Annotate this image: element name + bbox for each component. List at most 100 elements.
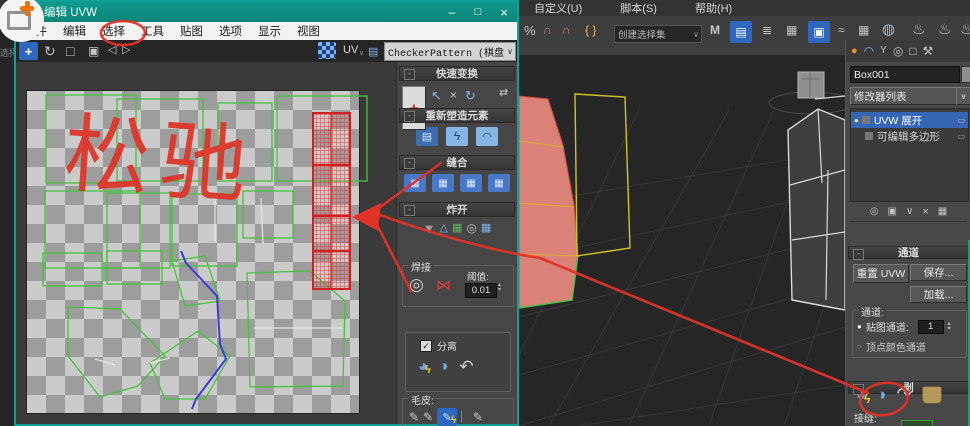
- stitch-average-icon[interactable]: ▦: [460, 174, 482, 192]
- quick-transform-header[interactable]: -快速变换: [399, 66, 515, 81]
- stitch-header[interactable]: -缝合: [399, 155, 515, 170]
- uvw-menu-options[interactable]: 选项: [211, 23, 250, 39]
- separate-checkbox[interactable]: ✓: [420, 340, 432, 352]
- uv-canvas[interactable]: 松驰: [16, 62, 396, 424]
- minimize-button[interactable]: –: [439, 5, 465, 19]
- magnet-snap2-icon[interactable]: ∩: [562, 24, 571, 36]
- keyboard-shortcut-icon[interactable]: { }: [585, 24, 596, 36]
- scale-tool-icon[interactable]: □: [66, 44, 74, 58]
- remove-modifier-icon[interactable]: ×: [922, 207, 928, 218]
- schedule-icon[interactable]: ▦: [858, 24, 869, 36]
- pin-stack-icon[interactable]: ◎: [870, 207, 879, 217]
- named-selection-set-dropdown[interactable]: 创建选择集 ∨: [614, 25, 702, 43]
- stitch-source-icon[interactable]: ▦: [432, 174, 454, 192]
- render-setup-icon[interactable]: ◍: [882, 22, 895, 37]
- menu-customize[interactable]: 自定义(U): [524, 0, 592, 16]
- uvw-menu-display[interactable]: 显示: [250, 23, 289, 39]
- make-unique-icon[interactable]: ∨: [906, 207, 913, 217]
- scene-explorer-icon[interactable]: ▣: [808, 21, 830, 43]
- reset-peel-icon[interactable]: ↶: [459, 357, 473, 377]
- render-icon[interactable]: ♨: [938, 22, 951, 37]
- display-tab-icon[interactable]: □: [909, 45, 916, 57]
- vertex-color-radio[interactable]: ○: [857, 342, 862, 351]
- flatten-id-icon[interactable]: ▦: [452, 223, 462, 234]
- quick-peel-icon[interactable]: ◕ ϟ: [418, 358, 428, 376]
- flatten-polygon-icon[interactable]: △: [440, 223, 448, 234]
- channel-rollout-header[interactable]: - 通道: [848, 246, 969, 259]
- distribute-h-icon[interactable]: ⇄: [499, 88, 508, 99]
- spinner-arrows[interactable]: ▴▾: [948, 322, 951, 332]
- bulb-icon[interactable]: ●: [854, 116, 859, 125]
- edit-seams-icon[interactable]: ✎: [409, 410, 419, 424]
- menu-help[interactable]: 帮助(H): [685, 0, 742, 16]
- pattern-dropdown[interactable]: CheckerPattern (棋盘 ∨: [384, 42, 516, 61]
- weld-selected-icon[interactable]: ⋈: [436, 276, 451, 294]
- peel-mode-icon[interactable]: ◑: [439, 358, 449, 376]
- freeform-tool-icon[interactable]: ▣: [88, 45, 99, 57]
- pelt-map-quick-icon[interactable]: ✎ ϟ: [437, 408, 457, 426]
- close-button[interactable]: ×: [491, 5, 517, 20]
- stack-icon[interactable]: ▦: [786, 24, 797, 36]
- viewport[interactable]: [519, 55, 845, 426]
- modifier-list-chevron[interactable]: ∨: [956, 87, 970, 105]
- mirror-right-icon[interactable]: ▷: [122, 45, 130, 56]
- threshold-spinner[interactable]: 0.01: [465, 283, 497, 298]
- load-button[interactable]: 加载...: [910, 286, 967, 303]
- map-channel-spinner[interactable]: 1: [918, 320, 944, 334]
- stack-row-editable-poly[interactable]: 可编辑多边形 ▭: [851, 128, 968, 144]
- motion-tab-icon[interactable]: ◎: [893, 45, 903, 57]
- uvw-titlebar[interactable]: 编辑 UVW – □ ×: [16, 2, 517, 22]
- rotate-tool-icon[interactable]: ↻: [44, 44, 56, 58]
- reshape-header[interactable]: -重新塑造元素: [399, 108, 515, 123]
- edit-seams-partial-button[interactable]: [901, 420, 933, 426]
- rotate-cw-icon[interactable]: ↻: [465, 89, 476, 102]
- peel-mode-button[interactable]: ◑: [876, 385, 886, 405]
- mirror-tool-icon[interactable]: M: [710, 24, 720, 36]
- stack-row-unwrap-uvw[interactable]: ● UVW 展开 ▭: [851, 112, 968, 128]
- magnet-snap-icon[interactable]: ∩: [543, 24, 552, 36]
- uv-seam-edge[interactable]: [181, 251, 226, 409]
- relax-tool-icon[interactable]: ϟ: [446, 127, 468, 146]
- maximize-button[interactable]: □: [465, 6, 491, 18]
- reset-uvw-button[interactable]: 重置 UVW: [853, 264, 909, 283]
- space-horizontal-icon[interactable]: ×: [450, 89, 457, 101]
- pelt-map-icon[interactable]: ✎: [473, 410, 483, 424]
- modifier-list-dropdown[interactable]: 修改器列表: [850, 87, 958, 105]
- object-color-swatch[interactable]: [961, 66, 970, 83]
- curve-editor-icon[interactable]: ≈: [838, 24, 845, 36]
- uv-selected-strip[interactable]: [313, 113, 350, 289]
- relax-custom-icon[interactable]: ◠: [476, 127, 498, 146]
- show-map-toggle-icon[interactable]: [318, 42, 336, 59]
- map-list-icon[interactable]: ▤: [368, 45, 378, 58]
- collapse-icon[interactable]: -: [853, 249, 864, 260]
- flatten-smoothing-icon[interactable]: ◎: [466, 222, 476, 234]
- stitch-target-icon[interactable]: ▦: [488, 174, 510, 192]
- uvw-menu-view[interactable]: 视图: [289, 23, 328, 39]
- configure-stack-icon[interactable]: ▦: [938, 207, 947, 217]
- stitch-custom-icon[interactable]: ▦: [404, 174, 426, 192]
- modify-tab-icon[interactable]: ◠: [864, 45, 874, 57]
- utilities-tab-icon[interactable]: ⚒: [923, 45, 934, 57]
- create-tab-icon[interactable]: ●: [851, 46, 858, 57]
- uv-space-selector[interactable]: UV: [343, 44, 358, 56]
- object-name-field[interactable]: Box001: [850, 66, 960, 83]
- render-quick-icon[interactable]: ♨: [960, 22, 970, 37]
- weld-target-icon[interactable]: ◎: [409, 275, 424, 295]
- threshold-arrows[interactable]: ▴▾: [498, 283, 501, 293]
- map-channel-radio[interactable]: ●: [857, 322, 862, 331]
- render-frame-icon[interactable]: ♨: [912, 22, 925, 37]
- move-tool-icon[interactable]: +: [19, 42, 38, 60]
- flatten-basket-icon[interactable]: ▼: [423, 222, 436, 235]
- uvw-menu-tools[interactable]: 工具: [133, 23, 172, 39]
- uvw-menu-select[interactable]: 选择: [94, 23, 133, 39]
- flatten-custom-icon[interactable]: ▦: [481, 223, 491, 234]
- reset-peel-button[interactable]: ↷: [897, 384, 912, 405]
- selected-mesh-object[interactable]: [519, 96, 578, 308]
- save-button[interactable]: 保存...: [910, 264, 967, 281]
- gray-mesh-object[interactable]: [788, 109, 845, 310]
- pelt-map-button[interactable]: [922, 386, 942, 404]
- menu-script[interactable]: 脚本(S): [610, 0, 667, 16]
- small-box-object[interactable]: [798, 72, 824, 98]
- align-horizontal-icon[interactable]: ↖: [431, 89, 442, 102]
- uvw-menu-mapping[interactable]: 贴图: [172, 23, 211, 39]
